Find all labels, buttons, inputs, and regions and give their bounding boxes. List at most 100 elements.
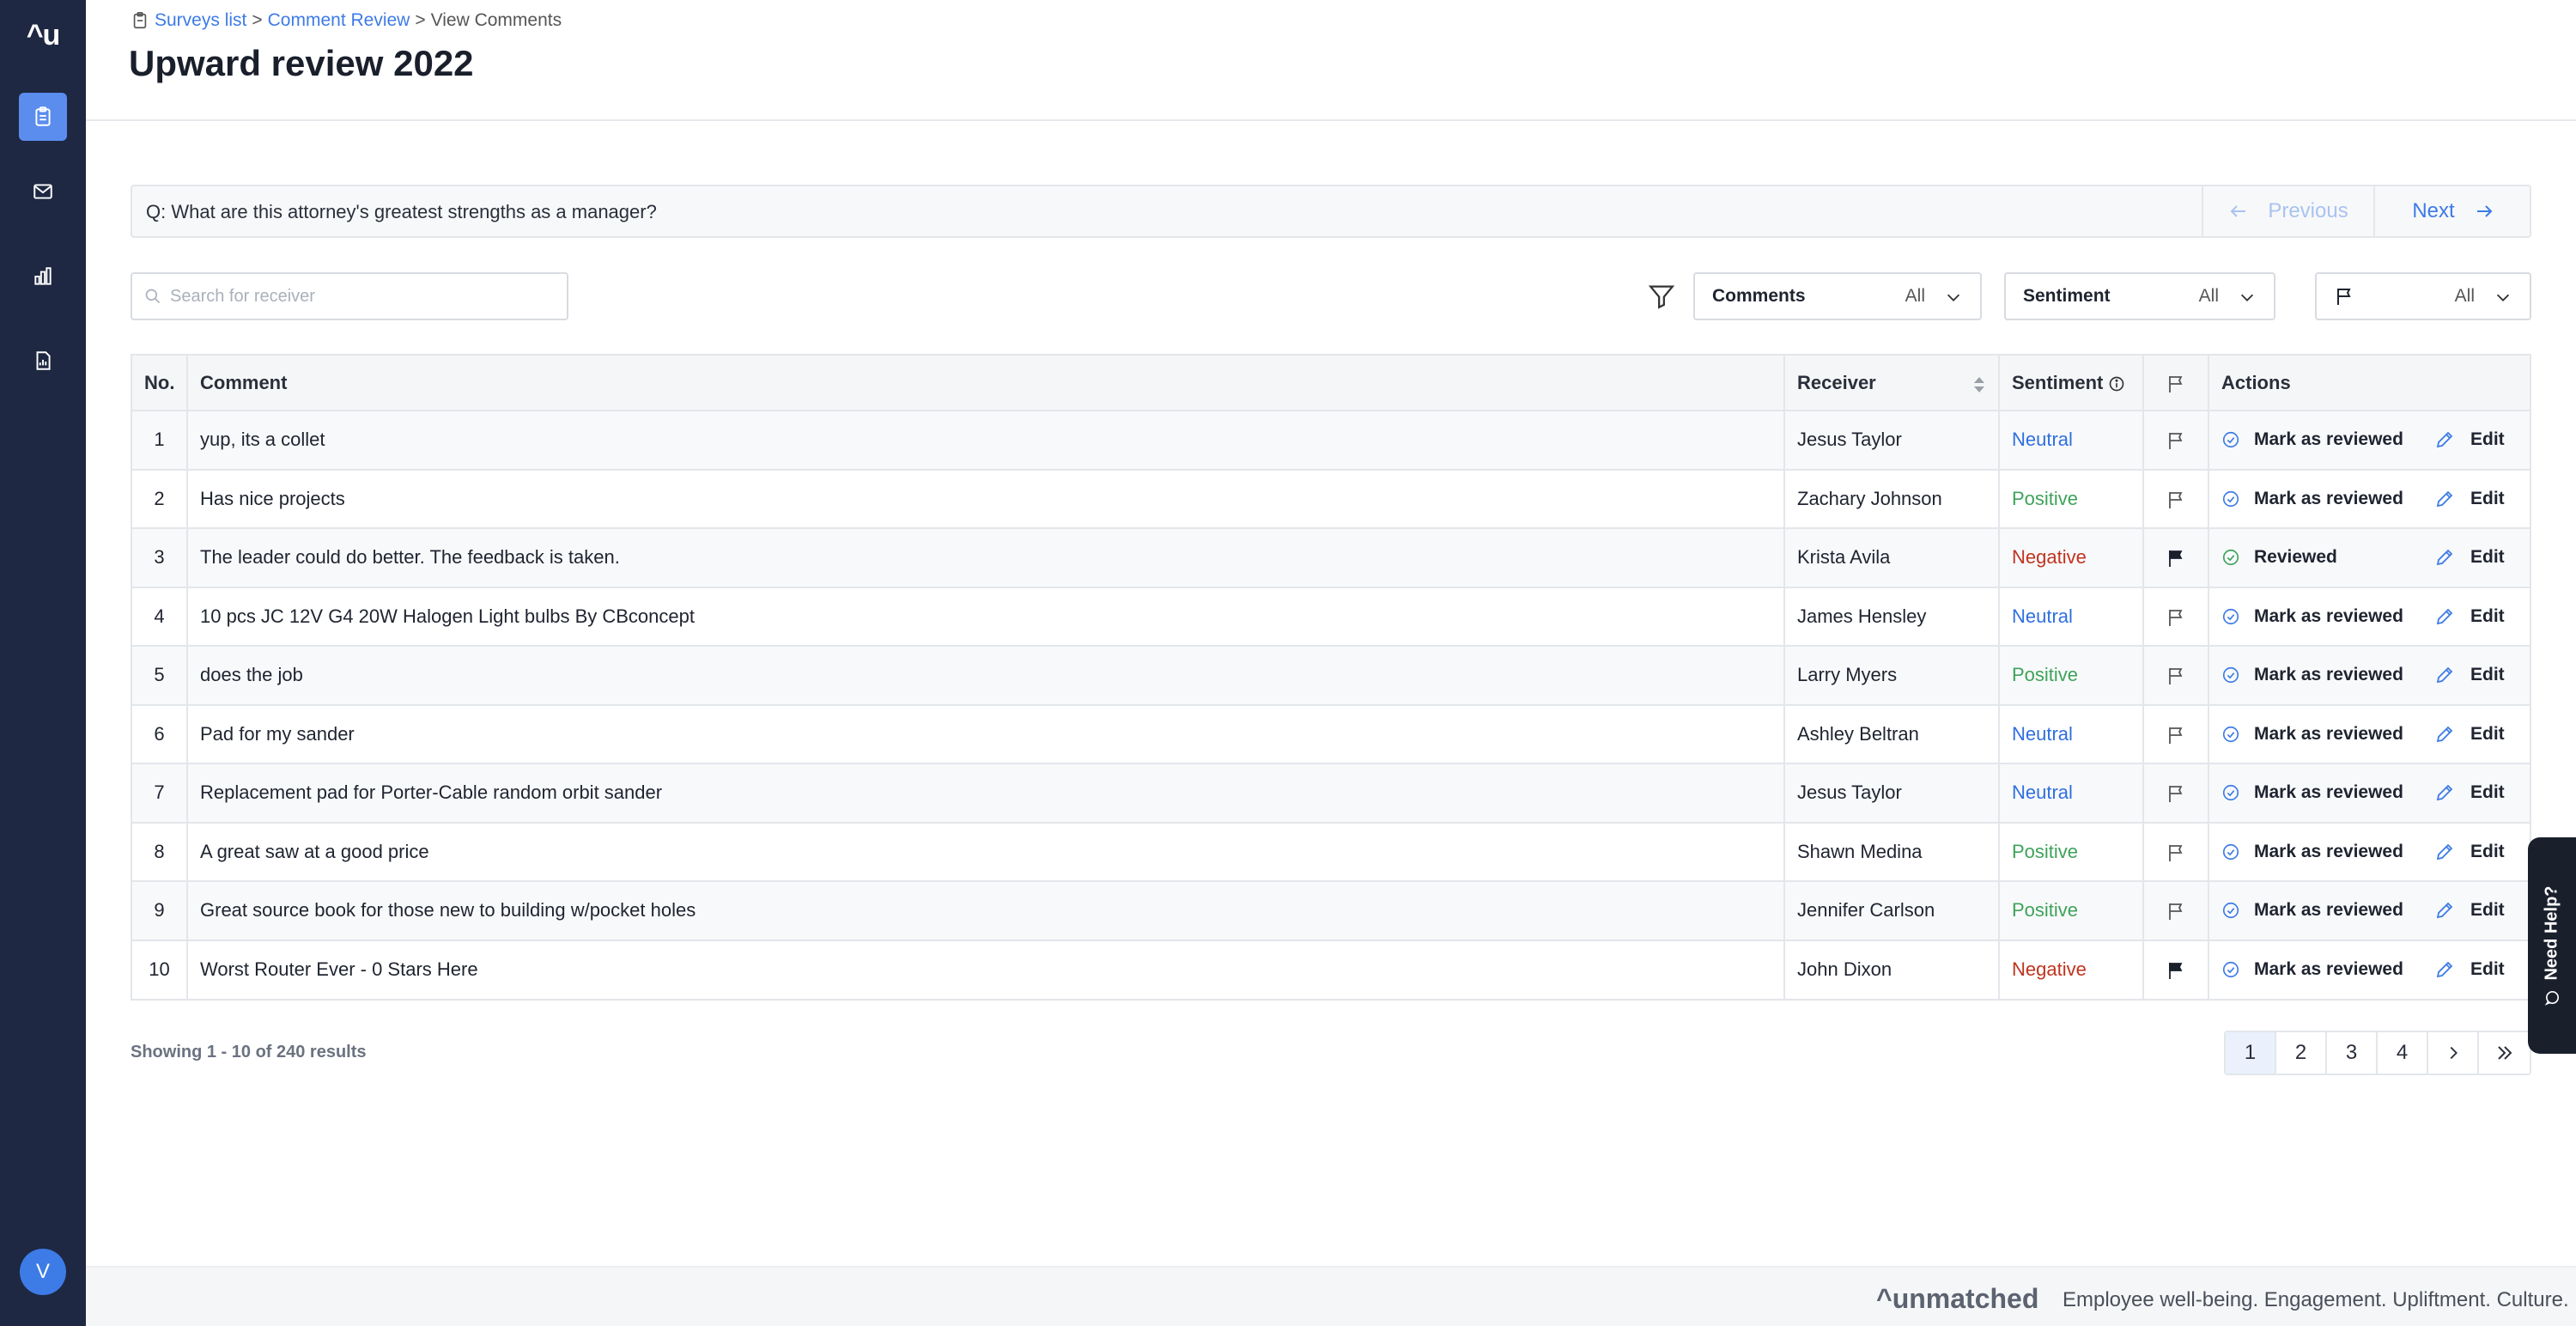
receiver-name: John Dixon: [1784, 940, 2000, 999]
edit-button[interactable]: Edit: [2434, 489, 2505, 509]
pencil-icon: [2436, 961, 2453, 978]
actions-cell: Mark as reviewed Edit: [2208, 587, 2530, 647]
sidebar: ^u V: [0, 0, 86, 1326]
mail-icon: [33, 184, 52, 199]
actions-cell: Mark as reviewed Edit: [2208, 763, 2530, 824]
edit-button[interactable]: Edit: [2434, 842, 2505, 862]
edit-label: Edit: [2470, 429, 2505, 450]
page-button-2[interactable]: 2: [2276, 1032, 2327, 1074]
flag-toggle[interactable]: [2143, 763, 2209, 824]
chevron-right-icon: [2450, 1046, 2458, 1060]
flag-toggle[interactable]: [2143, 587, 2209, 647]
footer-brand: ^unmatched: [1876, 1283, 2039, 1314]
comment-text: The leader could do better. The feedback…: [187, 528, 1785, 588]
flag-toggle[interactable]: [2143, 411, 2209, 471]
user-avatar[interactable]: V: [20, 1249, 66, 1295]
flag-icon: [2169, 903, 2183, 921]
app-logo[interactable]: ^u: [0, 19, 86, 52]
edit-button[interactable]: Edit: [2434, 959, 2505, 980]
edit-button[interactable]: Edit: [2434, 429, 2505, 450]
edit-button[interactable]: Edit: [2434, 606, 2505, 627]
sidebar-item-messages[interactable]: [19, 167, 67, 216]
pencil-icon: [2436, 490, 2453, 507]
mark-as-reviewed-button[interactable]: Mark as reviewed: [2221, 724, 2434, 745]
edit-button[interactable]: Edit: [2434, 782, 2505, 803]
table-row: 4 10 pcs JC 12V G4 20W Halogen Light bulb…: [132, 587, 2530, 647]
breadcrumb-surveys-list[interactable]: Surveys list: [155, 10, 246, 31]
filter-icon[interactable]: [1647, 282, 1676, 311]
row-number: 1: [132, 411, 188, 471]
previous-button[interactable]: Previous: [2202, 186, 2373, 236]
breadcrumb-current: View Comments: [430, 10, 562, 30]
flag-filter-dropdown[interactable]: All: [2315, 272, 2531, 320]
flag-toggle[interactable]: [2143, 704, 2209, 764]
edit-button[interactable]: Edit: [2434, 665, 2505, 685]
comments-filter-label: Comments: [1712, 286, 1806, 306]
row-number: 2: [132, 469, 188, 529]
actions-cell: Mark as reviewed Edit: [2208, 822, 2530, 882]
review-action-label: Mark as reviewed: [2254, 841, 2403, 861]
row-number: 5: [132, 646, 188, 706]
edit-button[interactable]: Edit: [2434, 724, 2505, 745]
breadcrumb: Surveys list > Comment Review > View Com…: [131, 10, 562, 31]
sidebar-item-reports[interactable]: [19, 337, 67, 385]
comment-text: A great saw at a good price: [187, 822, 1785, 882]
edit-button[interactable]: Edit: [2434, 547, 2505, 568]
footer-tagline: Employee well-being. Engagement. Upliftm…: [2063, 1288, 2569, 1311]
mark-as-reviewed-button[interactable]: Mark as reviewed: [2221, 959, 2434, 980]
page-button-1[interactable]: 1: [2226, 1032, 2276, 1074]
receiver-search[interactable]: [131, 272, 568, 320]
review-action-label: Mark as reviewed: [2254, 665, 2403, 685]
pencil-icon: [2436, 431, 2453, 448]
sentiment-label: Positive: [1999, 646, 2144, 706]
previous-label: Previous: [2268, 199, 2348, 222]
reviewed-status[interactable]: Reviewed: [2221, 547, 2434, 568]
flag-toggle[interactable]: [2143, 646, 2209, 706]
mark-as-reviewed-button[interactable]: Mark as reviewed: [2221, 665, 2434, 685]
mark-as-reviewed-button[interactable]: Mark as reviewed: [2221, 429, 2434, 450]
need-help-tab[interactable]: Need Help?: [2528, 837, 2576, 1054]
next-button[interactable]: Next: [2373, 186, 2531, 236]
clipboard-icon: [35, 106, 51, 126]
sort-icon[interactable]: [1972, 375, 1986, 394]
page-button-3[interactable]: 3: [2327, 1032, 2378, 1074]
header-divider: [86, 119, 2576, 121]
last-page-button[interactable]: [2479, 1032, 2530, 1074]
next-page-button[interactable]: [2428, 1032, 2479, 1074]
double-chevron-right-icon: [2497, 1046, 2512, 1060]
pencil-icon: [2436, 784, 2453, 801]
flag-toggle[interactable]: [2143, 469, 2209, 529]
check-circle-icon: [2222, 608, 2239, 624]
mark-as-reviewed-button[interactable]: Mark as reviewed: [2221, 489, 2434, 509]
edit-button[interactable]: Edit: [2434, 900, 2505, 921]
sidebar-item-surveys[interactable]: [19, 93, 67, 141]
comments-filter-dropdown[interactable]: Comments All: [1693, 272, 1982, 320]
breadcrumb-comment-review[interactable]: Comment Review: [268, 10, 410, 31]
mark-as-reviewed-button[interactable]: Mark as reviewed: [2221, 900, 2434, 921]
actions-cell: Mark as reviewed Edit: [2208, 940, 2530, 1000]
flag-toggle[interactable]: [2143, 940, 2209, 999]
flag-toggle[interactable]: [2143, 881, 2209, 941]
flag-toggle[interactable]: [2143, 528, 2209, 588]
review-action-label: Mark as reviewed: [2254, 488, 2403, 508]
edit-label: Edit: [2470, 488, 2505, 508]
mark-as-reviewed-button[interactable]: Mark as reviewed: [2221, 782, 2434, 803]
sentiment-label: Neutral: [1999, 763, 2144, 824]
comment-text: does the job: [187, 646, 1785, 706]
mark-as-reviewed-button[interactable]: Mark as reviewed: [2221, 606, 2434, 627]
column-header-receiver[interactable]: Receiver: [1784, 356, 2000, 411]
column-header-sentiment: Sentiment: [1999, 356, 2144, 411]
flag-toggle[interactable]: [2143, 822, 2209, 882]
sidebar-item-analytics[interactable]: [19, 252, 67, 301]
page-button-4[interactable]: 4: [2378, 1032, 2428, 1074]
info-icon[interactable]: [2108, 375, 2125, 392]
question-bar: Q: What are this attorney's greatest str…: [131, 185, 2531, 238]
sentiment-label: Negative: [1999, 528, 2144, 588]
sentiment-filter-label: Sentiment: [2023, 286, 2111, 306]
search-input[interactable]: [170, 286, 548, 307]
actions-cell: Mark as reviewed Edit: [2208, 469, 2530, 529]
column-header-sentiment-label: Sentiment: [2012, 371, 2104, 393]
sentiment-filter-dropdown[interactable]: Sentiment All: [2004, 272, 2275, 320]
mark-as-reviewed-button[interactable]: Mark as reviewed: [2221, 842, 2434, 862]
table-row: 2 Has nice projects Zachary Johnson Positiv…: [132, 469, 2530, 529]
